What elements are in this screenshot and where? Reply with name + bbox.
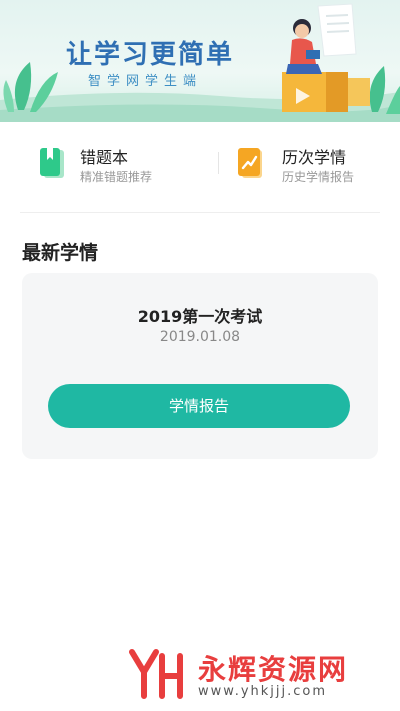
feature-title: 错题本	[80, 148, 129, 167]
view-report-button[interactable]: 学情报告	[48, 384, 350, 428]
exam-date: 2019.01.08	[159, 329, 241, 345]
banner-subtitle: 智学网学生端	[88, 74, 203, 89]
feature-subtitle: 历史学情报告	[282, 170, 355, 184]
feature-title: 历次学情	[282, 148, 347, 167]
feature-subtitle: 精准错题推荐	[80, 170, 153, 184]
banner-title: 让学习更简单	[66, 40, 235, 70]
feature-history-reports[interactable]: 历次学情 历史学情报告	[238, 140, 388, 190]
trend-chart-icon	[238, 148, 262, 178]
section-title-latest: 最新学情	[22, 242, 99, 264]
watermark-brand: 永辉资源网	[198, 653, 349, 686]
latest-exam-card: 2019第一次考试 2019.01.08 学情报告	[22, 273, 378, 459]
section-divider	[20, 212, 380, 213]
feature-divider	[218, 152, 219, 174]
watermark-url: www.yhkjjj.com	[198, 684, 328, 699]
exam-name: 2019第一次考试	[137, 307, 263, 326]
feature-row: 错题本 精准错题推荐 历次学情 历史学情报告	[20, 140, 380, 190]
watermark: 永辉资源网 www.yhkjjj.com	[128, 646, 378, 702]
header-banner: 让学习更简单 智学网学生端	[0, 0, 400, 122]
feature-mistake-book[interactable]: 错题本 精准错题推荐	[20, 140, 190, 190]
watermark-logo	[129, 649, 183, 699]
notebook-icon	[40, 148, 64, 178]
